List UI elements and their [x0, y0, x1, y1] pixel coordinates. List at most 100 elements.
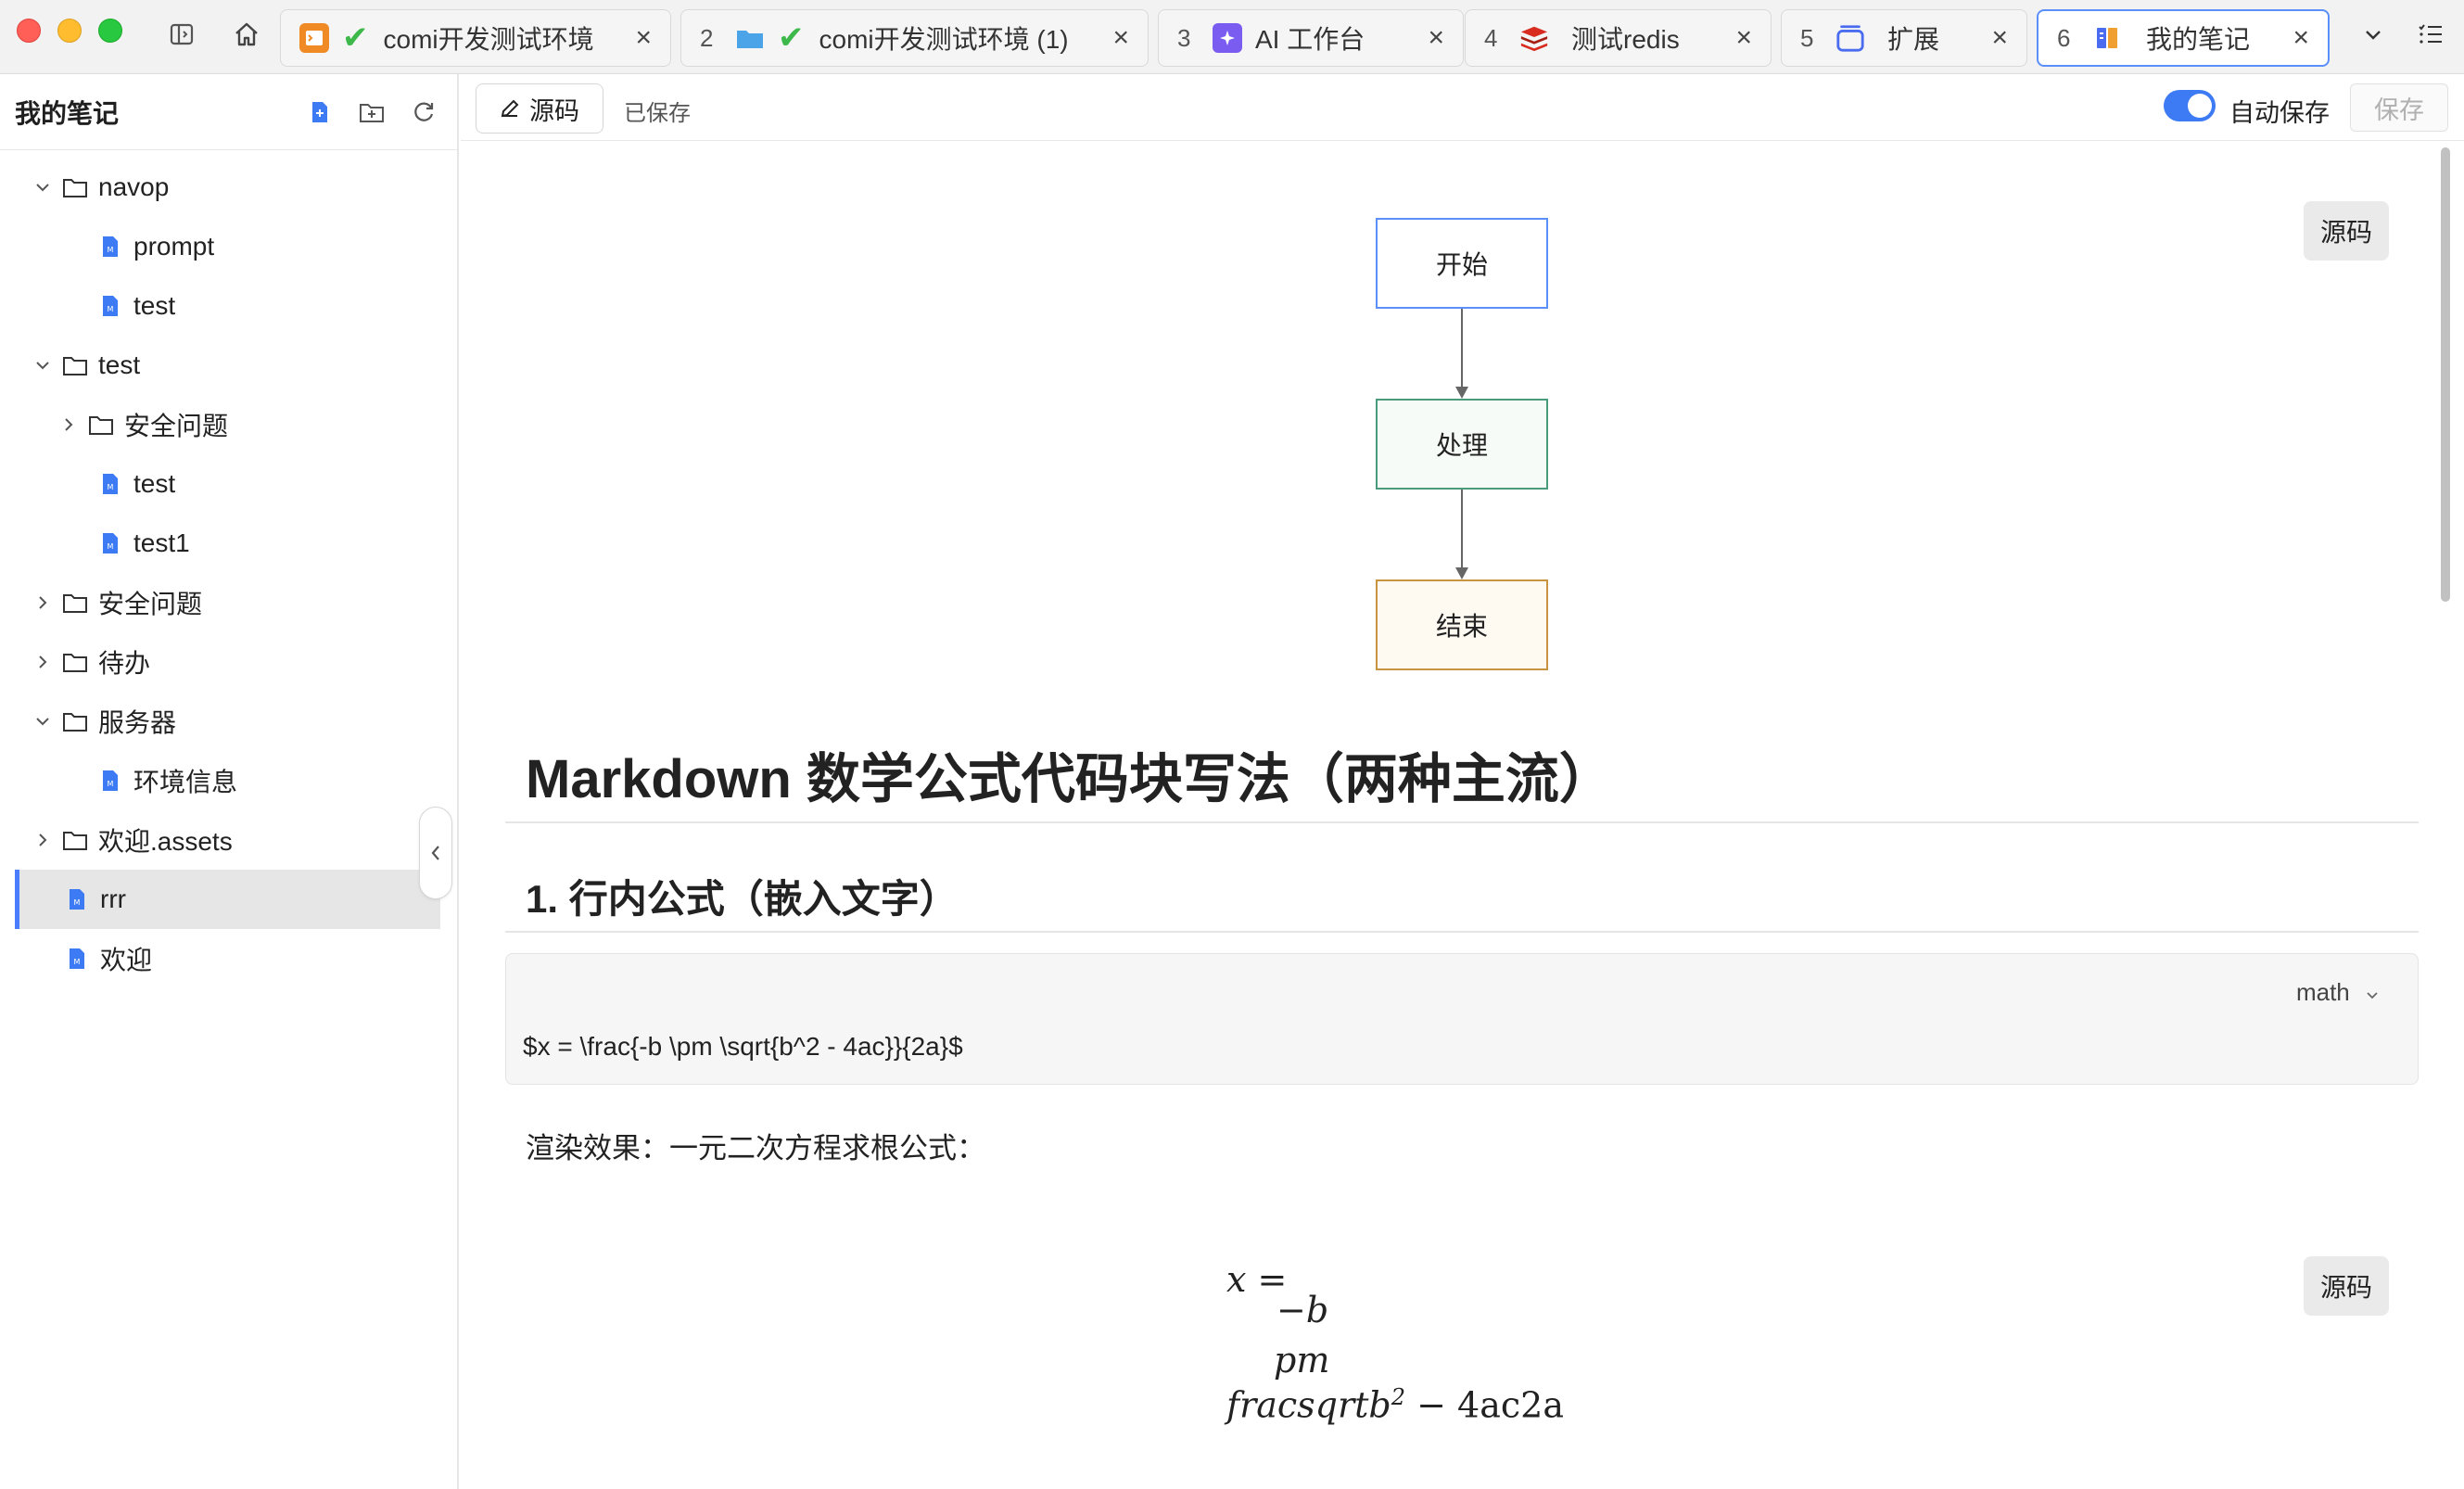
- maximize-window-button[interactable]: [98, 19, 122, 43]
- tab-close-icon[interactable]: ×: [2293, 24, 2309, 52]
- source-mode-button[interactable]: 源码: [476, 83, 603, 134]
- tree-folder[interactable]: 安全问题: [0, 395, 457, 454]
- tab-label: 我的笔记: [2146, 25, 2251, 54]
- chevron-down-icon[interactable]: [32, 354, 54, 376]
- tab-extensions[interactable]: 5 扩展 ×: [1781, 9, 2027, 67]
- source-button-label: 源码: [529, 96, 579, 125]
- connected-check-icon: ✔: [342, 20, 369, 56]
- chevron-down-icon[interactable]: [32, 176, 54, 198]
- tree-folder[interactable]: navop: [0, 158, 457, 217]
- tree-note[interactable]: Mrrr: [15, 870, 440, 929]
- tab-label: comi开发测试环境: [383, 25, 594, 54]
- autosave-label: 自动保存: [2229, 99, 2330, 127]
- extension-icon: [1835, 23, 1865, 53]
- tab-number: 2: [700, 23, 714, 52]
- heading-1: Markdown 数学公式代码块写法（两种主流）: [526, 749, 1613, 809]
- tab-ai-workbench[interactable]: 3 AI 工作台 ×: [1158, 9, 1464, 67]
- heading-divider: [505, 821, 2419, 823]
- chevron-right-icon[interactable]: [32, 829, 54, 851]
- tab-close-icon[interactable]: ×: [1428, 24, 1444, 52]
- home-icon[interactable]: [233, 20, 260, 48]
- tree-folder[interactable]: 服务器: [0, 692, 457, 751]
- close-window-button[interactable]: [17, 19, 41, 43]
- tree-note[interactable]: Mtest1: [0, 514, 457, 573]
- tree-item-label: rrr: [100, 884, 126, 913]
- tree-note[interactable]: Mtest: [0, 276, 457, 336]
- tree-folder[interactable]: 待办: [0, 632, 457, 692]
- tab-label: comi开发测试环境 (1): [819, 25, 1069, 54]
- save-button[interactable]: 保存: [2350, 83, 2448, 132]
- render-caption: 渲染效果：一元二次方程求根公式：: [526, 1132, 985, 1164]
- chevron-right-icon[interactable]: [57, 414, 80, 436]
- refresh-icon[interactable]: [405, 94, 442, 131]
- tab-comi-dev[interactable]: ✔ comi开发测试环境 ×: [280, 9, 671, 67]
- folder-icon: [61, 826, 89, 854]
- tree-folder[interactable]: 欢迎.assets: [0, 810, 457, 870]
- chevron-down-icon[interactable]: [2359, 20, 2387, 48]
- tree-folder[interactable]: test: [0, 336, 457, 395]
- code-block[interactable]: math $x = \frac{-b \pm \sqrt{b^2 - 4ac}}…: [505, 953, 2419, 1085]
- code-language-select[interactable]: math: [2296, 978, 2379, 1007]
- document-view[interactable]: 源码 开始 处理 结束 Markdown 数学公式代码块写法（两种主流） 1. …: [461, 142, 2464, 1489]
- tree-folder[interactable]: 安全问题: [0, 573, 457, 632]
- tab-number: 6: [2057, 23, 2071, 52]
- markdown-file-icon: M: [96, 292, 124, 320]
- tab-close-icon[interactable]: ×: [1112, 24, 1129, 52]
- tab-my-notes[interactable]: 6 我的笔记 ×: [2037, 9, 2330, 67]
- ai-sparkle-icon: [1213, 23, 1242, 53]
- tab-comi-dev-1[interactable]: 2 ✔ comi开发测试环境 (1) ×: [680, 9, 1149, 67]
- save-status: 已保存: [624, 101, 691, 126]
- tree-note[interactable]: M 环境信息: [0, 751, 457, 810]
- math-fragment: fracsqrtb: [1226, 1384, 1391, 1426]
- markdown-file-icon: M: [63, 945, 91, 973]
- tree-item-label: 环境信息: [133, 768, 238, 796]
- markdown-file-icon: M: [63, 885, 91, 913]
- folder-icon: [735, 23, 765, 53]
- math-fragment: − 4ac2a: [1405, 1384, 1564, 1426]
- sidebar-toggle-icon[interactable]: [168, 20, 196, 48]
- math-source-button[interactable]: 源码: [2304, 1256, 2389, 1316]
- folder-icon: [87, 411, 115, 439]
- tab-close-icon[interactable]: ×: [635, 24, 652, 52]
- tree-note[interactable]: Mprompt: [0, 217, 457, 276]
- tree-item-label: navop: [98, 172, 170, 201]
- tree-item-label: 欢迎: [100, 946, 153, 974]
- collapse-sidebar-button[interactable]: [419, 807, 452, 899]
- code-language-label: math: [2295, 978, 2350, 1006]
- svg-text:M: M: [108, 780, 114, 788]
- chevron-right-icon[interactable]: [32, 592, 54, 614]
- tree-item-label: test1: [133, 528, 190, 557]
- svg-text:M: M: [108, 483, 114, 491]
- minimize-window-button[interactable]: [57, 19, 82, 43]
- flowchart-node-end: 结束: [1376, 579, 1548, 670]
- svg-text:M: M: [74, 958, 81, 966]
- markdown-file-icon: M: [96, 767, 124, 795]
- markdown-file-icon: M: [96, 470, 124, 498]
- tree-item-label: prompt: [133, 232, 215, 261]
- tree-item-label: 待办: [98, 649, 151, 678]
- tab-label: AI 工作台: [1255, 25, 1365, 54]
- tab-number: 3: [1177, 23, 1191, 52]
- chevron-right-icon[interactable]: [32, 651, 54, 673]
- math-line-4: fracsqrtb2 − 4ac2a: [1226, 1384, 1564, 1426]
- new-folder-icon[interactable]: [353, 94, 390, 131]
- markdown-file-icon: M: [96, 529, 124, 557]
- tab-label: 测试redis: [1571, 25, 1680, 54]
- autosave-toggle[interactable]: [2164, 90, 2216, 121]
- tree-item-label: 安全问题: [98, 590, 203, 618]
- new-note-icon[interactable]: [301, 94, 338, 131]
- tree-note[interactable]: M 欢迎: [0, 929, 457, 988]
- chevron-down-icon: [2367, 992, 2378, 999]
- tab-close-icon[interactable]: ×: [1735, 24, 1752, 52]
- tab-close-icon[interactable]: ×: [1991, 24, 2008, 52]
- folder-icon: [61, 173, 89, 201]
- tab-list-icon[interactable]: [2417, 20, 2445, 48]
- chevron-down-icon[interactable]: [32, 710, 54, 732]
- tree-note[interactable]: Mtest: [0, 454, 457, 514]
- chevron-left-icon: [431, 846, 439, 860]
- tree-item-label: test: [133, 291, 176, 320]
- tab-number: 4: [1484, 23, 1498, 52]
- tab-test-redis[interactable]: 4 测试redis ×: [1465, 9, 1772, 67]
- sidebar-header: 我的笔记: [0, 74, 457, 150]
- tree-item-label: 安全问题: [124, 412, 229, 440]
